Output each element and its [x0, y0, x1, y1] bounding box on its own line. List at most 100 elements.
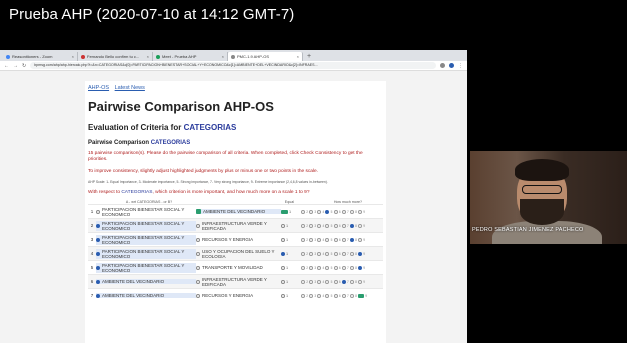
scale-radio[interactable] [325, 293, 330, 298]
scale-radio[interactable] [317, 223, 322, 228]
scale-radio[interactable] [309, 293, 314, 298]
scale-radio[interactable] [309, 279, 314, 284]
scale-radio[interactable] [333, 223, 338, 228]
scale-radio[interactable] [325, 223, 330, 228]
scale-radio[interactable] [349, 293, 354, 298]
scale-radio[interactable] [325, 265, 330, 270]
scale-radio[interactable] [333, 293, 338, 298]
new-tab-button[interactable]: + [303, 52, 311, 61]
scale-radio[interactable] [349, 223, 354, 228]
criterion-b[interactable]: INFRAESTRUCTURA VERDE Y EDIFICADA [196, 277, 281, 287]
close-icon[interactable]: × [222, 54, 224, 59]
browser-tab[interactable]: Meet - Prueba AHP × [153, 52, 228, 61]
close-icon[interactable]: × [72, 54, 74, 59]
scale-radio[interactable] [341, 293, 346, 298]
profile-icon[interactable] [449, 63, 454, 68]
criterion-b[interactable]: USO Y OCUPACION DEL SUELO Y ECOLOGIA [196, 249, 281, 259]
scale-radio[interactable] [333, 209, 338, 214]
scale-radio[interactable] [301, 223, 305, 228]
radio-button[interactable] [281, 237, 285, 242]
scale-radio[interactable] [317, 209, 322, 214]
menu-icon[interactable]: ⋮ [458, 63, 463, 69]
scale-radio[interactable] [349, 251, 354, 256]
equal-option[interactable]: 1 [281, 223, 301, 228]
forward-icon[interactable]: → [13, 63, 18, 69]
equal-option[interactable]: 1 [281, 265, 301, 270]
radio-button[interactable] [196, 279, 200, 284]
radio-button[interactable] [281, 265, 285, 270]
equal-selected-icon[interactable] [281, 209, 288, 214]
radio-button[interactable] [281, 279, 285, 284]
scale-radio[interactable] [301, 251, 305, 256]
link-ahp-os[interactable]: AHP-OS [88, 85, 109, 91]
scale-radio[interactable] [333, 279, 338, 284]
scale-radio[interactable] [349, 237, 354, 242]
scale-radio[interactable] [358, 251, 363, 256]
scale-radio[interactable] [358, 223, 363, 228]
scale-radio[interactable] [317, 251, 322, 256]
equal-option[interactable]: 1 [281, 293, 301, 298]
browser-tab[interactable]: Fernando Bello confirm tu c... × [78, 52, 153, 61]
scale-radio[interactable] [301, 209, 305, 214]
extension-icon[interactable] [440, 63, 445, 68]
scale-radio[interactable] [317, 279, 322, 284]
browser-tab[interactable]: Reasonitioners - Zoom × [3, 52, 78, 61]
scale-radio[interactable] [325, 279, 330, 284]
scale-radio[interactable] [358, 279, 363, 284]
criterion-a[interactable]: AMBIENTE DEL VECINDARIO [96, 279, 196, 285]
radio-button[interactable] [196, 223, 200, 228]
scale-radio[interactable] [341, 209, 346, 214]
equal-option[interactable]: 1 [281, 279, 301, 284]
criterion-a[interactable]: PARTICIPACION BIENESTAR SOCIAL Y ECONOMI… [96, 207, 196, 217]
radio-button[interactable] [96, 293, 100, 298]
radio-button[interactable] [96, 251, 100, 256]
scale-radio[interactable] [309, 223, 314, 228]
close-icon[interactable]: × [147, 54, 149, 59]
scale-radio[interactable] [333, 237, 338, 242]
reload-icon[interactable]: ↻ [22, 63, 26, 69]
radio-button[interactable] [96, 237, 100, 242]
criterion-b[interactable]: INFRAESTRUCTURA VERDE Y EDIFICADA [196, 221, 281, 231]
scale-radio[interactable] [358, 265, 363, 270]
scale-radio[interactable] [317, 265, 322, 270]
radio-button[interactable] [96, 265, 100, 270]
scale-radio[interactable] [301, 293, 305, 298]
criterion-a[interactable]: PARTICIPACION BIENESTAR SOCIAL Y ECONOMI… [96, 234, 196, 245]
scale-radio[interactable] [333, 265, 338, 270]
scale-radio[interactable] [341, 237, 346, 242]
url-field[interactable]: bpmsg.com/ahp/ahp-hiercalc.php?t=&n=CATE… [30, 62, 436, 69]
scale-radio[interactable] [341, 265, 346, 270]
close-icon[interactable]: × [297, 54, 299, 59]
equal-option[interactable]: 1 [281, 237, 301, 242]
scale-radio[interactable] [309, 237, 314, 242]
radio-button[interactable] [281, 223, 285, 228]
scale-radio[interactable] [317, 293, 322, 298]
criterion-b[interactable]: RECURSOS Y ENERGIA [196, 293, 281, 298]
scale-radio[interactable] [341, 279, 346, 284]
criterion-a[interactable]: AMBIENTE DEL VECINDARIO [96, 293, 196, 299]
link-latest-news[interactable]: Latest News [115, 85, 145, 91]
scale-radio[interactable] [309, 265, 314, 270]
radio-button[interactable] [196, 265, 200, 270]
scale-radio[interactable] [341, 223, 346, 228]
scale-radio[interactable] [341, 251, 346, 256]
radio-button[interactable] [96, 223, 100, 228]
criterion-a[interactable]: PARTICIPACION BIENESTAR SOCIAL Y ECONOMI… [96, 262, 196, 273]
scale-radio[interactable] [349, 209, 354, 214]
equal-option[interactable]: 1 [281, 251, 301, 256]
selected-checkbox-icon[interactable] [196, 209, 201, 215]
scale-radio[interactable] [349, 279, 354, 284]
scale-radio[interactable] [317, 237, 322, 242]
criterion-a[interactable]: PARTICIPACION BIENESTAR SOCIAL Y ECONOMI… [96, 220, 196, 231]
criterion-b[interactable]: TRANSPORTE Y MOVILIDAD [196, 265, 281, 270]
radio-button[interactable] [96, 209, 100, 214]
back-icon[interactable]: ← [4, 63, 9, 69]
criterion-b[interactable]: RECURSOS Y ENERGIA [196, 237, 281, 242]
radio-button[interactable] [96, 279, 100, 284]
radio-button[interactable] [281, 251, 285, 256]
scale-radio[interactable] [358, 293, 365, 298]
scale-radio[interactable] [325, 251, 330, 256]
scale-radio[interactable] [358, 237, 363, 242]
radio-button[interactable] [281, 293, 285, 298]
scale-radio[interactable] [325, 237, 330, 242]
